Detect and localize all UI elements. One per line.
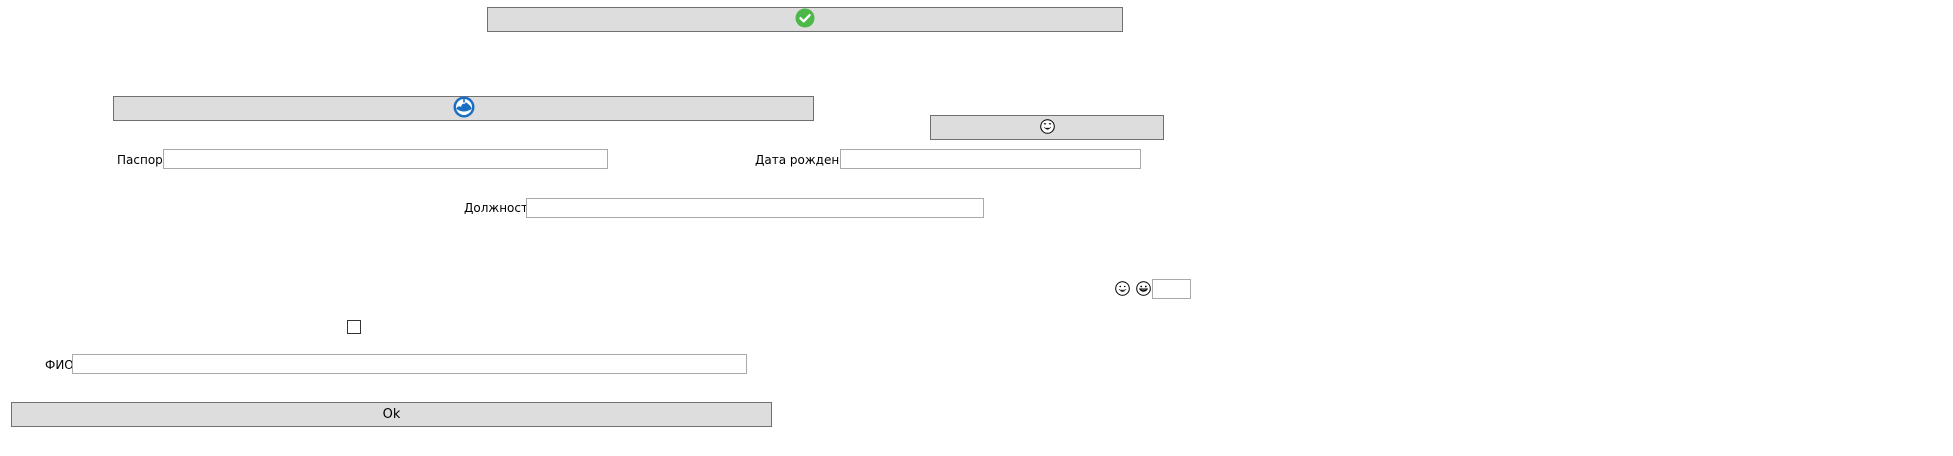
position-field[interactable] bbox=[526, 198, 984, 218]
checkmark-circle-icon bbox=[795, 8, 815, 31]
passport-label: Паспорт bbox=[117, 153, 170, 167]
fullname-field[interactable] bbox=[72, 354, 747, 374]
blue-globe-icon bbox=[453, 96, 475, 121]
globe-icon-button[interactable] bbox=[113, 96, 814, 121]
passport-field[interactable] bbox=[163, 149, 608, 169]
position-label: Должность bbox=[464, 201, 536, 215]
fullname-label: ФИО bbox=[45, 358, 74, 372]
smiley-icon-button[interactable] bbox=[930, 115, 1164, 140]
smiley-icon bbox=[1039, 118, 1055, 137]
laughing-face-icon bbox=[1115, 281, 1130, 299]
birthdate-field[interactable] bbox=[840, 149, 1141, 169]
ok-button[interactable]: Ok bbox=[11, 402, 772, 427]
checkbox[interactable] bbox=[347, 320, 361, 334]
grin-face-icon bbox=[1136, 281, 1151, 299]
confirm-icon-button[interactable] bbox=[487, 7, 1123, 32]
ok-button-label: Ok bbox=[382, 407, 401, 422]
small-field[interactable] bbox=[1152, 279, 1191, 299]
